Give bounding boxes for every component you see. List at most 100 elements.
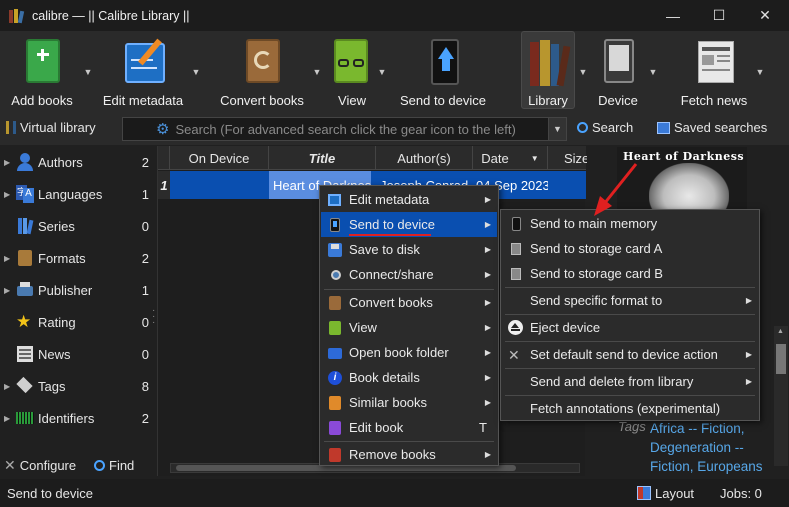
search-placeholder: Search (For advanced search click the ge…	[175, 121, 516, 137]
column-title[interactable]: Title	[269, 146, 376, 170]
menu-item-remove-books[interactable]: Remove books ▶	[321, 442, 497, 467]
jobs-indicator[interactable]: Jobs: 0	[720, 486, 762, 501]
tag-item-publisher[interactable]: ▶ Publisher 1	[0, 274, 157, 306]
add-books-dropdown[interactable]: ▼	[82, 31, 94, 109]
menu-item-connect-share[interactable]: Connect/share ▶	[321, 262, 497, 287]
send-to-device-submenu: Send to main memory Send to storage card…	[500, 209, 760, 421]
chevron-down-icon: ▼	[83, 67, 93, 77]
submenu-arrow-icon: ▶	[745, 350, 752, 359]
tag-item-series[interactable]: Series 0	[0, 210, 157, 242]
tag-item-tags[interactable]: ▶ Tags 8	[0, 370, 157, 402]
submenu-item-eject-device[interactable]: Eject device	[502, 315, 758, 340]
device-label: Device	[598, 93, 638, 108]
splitter-handle[interactable]: · · ·	[152, 306, 155, 328]
row-number: 1	[158, 171, 170, 199]
convert-books-dropdown[interactable]: ▼	[311, 31, 323, 109]
submenu-item-send-to-card-a[interactable]: Send to storage card A	[502, 236, 758, 261]
search-history-dropdown[interactable]: ▼	[548, 118, 566, 140]
edit-metadata-dropdown[interactable]: ▼	[190, 31, 202, 109]
search-button[interactable]: Search	[577, 120, 633, 135]
library-dropdown[interactable]: ▼	[577, 31, 589, 109]
close-button[interactable]: ✕	[742, 0, 788, 31]
languages-icon: 字A	[16, 185, 34, 203]
submenu-item-send-specific-format[interactable]: Send specific format to ▶	[502, 288, 758, 313]
submenu-arrow-icon: ▶	[484, 195, 491, 204]
column-date[interactable]: Date ▼	[473, 146, 548, 170]
configure-button[interactable]: ✕ Configure	[4, 457, 76, 474]
submenu-item-send-and-delete[interactable]: Send and delete from library ▶	[502, 369, 758, 394]
menu-item-save-to-disk[interactable]: Save to disk ▶	[321, 237, 497, 262]
menu-item-edit-book[interactable]: Edit book T	[321, 415, 497, 440]
submenu-item-fetch-annotations[interactable]: Fetch annotations (experimental)	[502, 396, 758, 421]
tag-item-rating[interactable]: ★ Rating 0	[0, 306, 157, 338]
tag-item-news[interactable]: News 0	[0, 338, 157, 370]
menu-item-open-book-folder[interactable]: Open book folder ▶	[321, 340, 497, 365]
menu-item-edit-metadata[interactable]: Edit metadata ▶	[321, 187, 497, 212]
view-dropdown[interactable]: ▼	[376, 31, 388, 109]
barcode-icon	[16, 409, 34, 427]
send-to-device-label: Send to device	[399, 93, 486, 108]
submenu-arrow-icon: ▶	[484, 298, 491, 307]
menu-item-view[interactable]: View ▶	[321, 315, 497, 340]
tags-value[interactable]: Africa -- Fiction, Degeneration -- Ficti…	[650, 419, 780, 476]
virtual-library-button[interactable]: Virtual library	[6, 120, 96, 135]
tag-item-authors[interactable]: ▶ Authors 2	[0, 146, 157, 178]
submenu-item-set-default-action[interactable]: ✕ Set default send to device action ▶	[502, 342, 758, 367]
submenu-arrow-icon: ▶	[745, 296, 752, 305]
tags-icon	[16, 376, 34, 395]
expand-arrow-icon[interactable]: ▶	[4, 158, 16, 167]
tag-item-languages[interactable]: ▶ 字A Languages 1	[0, 178, 157, 210]
expand-arrow-icon[interactable]: ▶	[4, 254, 16, 263]
add-books-button[interactable]: Add books	[4, 31, 80, 109]
search-label: Search	[592, 120, 634, 135]
fetch-news-dropdown[interactable]: ▼	[754, 31, 766, 109]
column-on-device[interactable]: On Device	[170, 146, 269, 170]
chevron-down-icon: ▼	[578, 67, 588, 77]
device-dropdown[interactable]: ▼	[647, 31, 659, 109]
layout-button[interactable]: Layout	[637, 486, 694, 501]
expand-arrow-icon[interactable]: ▶	[4, 382, 16, 391]
send-to-device-icon	[327, 217, 343, 233]
device-button[interactable]: Device	[596, 31, 640, 109]
tag-item-identifiers[interactable]: ▶ Identifiers 2	[0, 402, 157, 434]
menu-item-book-details[interactable]: i Book details ▶	[321, 365, 497, 390]
send-to-device-button[interactable]: Send to device	[398, 31, 488, 109]
view-icon	[330, 37, 374, 87]
tags-label: Tags	[618, 419, 646, 434]
series-icon	[16, 217, 34, 235]
saved-searches-button[interactable]: Saved searches	[657, 120, 767, 135]
expand-arrow-icon[interactable]: ▶	[4, 286, 16, 295]
find-button[interactable]: Find	[94, 458, 134, 473]
menu-item-similar-books[interactable]: Similar books ▶	[321, 390, 497, 415]
minimize-button[interactable]: —	[650, 0, 696, 31]
submenu-item-send-to-card-b[interactable]: Send to storage card B	[502, 261, 758, 286]
add-books-label: Add books	[11, 93, 73, 108]
red-underline-annotation	[349, 234, 431, 236]
column-authors[interactable]: Author(s)	[376, 146, 473, 170]
menu-item-convert-books[interactable]: Convert books ▶	[321, 290, 497, 315]
submenu-arrow-icon: ▶	[484, 398, 491, 407]
edit-book-icon	[327, 420, 343, 436]
fetch-news-button[interactable]: Fetch news	[676, 31, 752, 109]
status-message: Send to device	[7, 485, 94, 501]
folder-icon	[327, 345, 343, 361]
search-input[interactable]: ⚙ Search (For advanced search click the …	[122, 117, 567, 141]
book-context-menu: Edit metadata ▶ Send to device ▶ Save to d…	[319, 185, 499, 466]
edit-metadata-button[interactable]: Edit metadata	[100, 31, 186, 109]
chevron-down-icon: ▼	[648, 67, 658, 77]
submenu-arrow-icon: ▶	[484, 450, 491, 459]
maximize-button[interactable]: ☐	[696, 0, 742, 31]
tag-item-formats[interactable]: ▶ Formats 2	[0, 242, 157, 274]
view-label: View	[338, 93, 366, 108]
column-size[interactable]: Size	[548, 146, 589, 170]
saved-searches-icon	[657, 121, 670, 134]
expand-arrow-icon[interactable]: ▶	[4, 190, 16, 199]
view-button[interactable]: View	[330, 31, 374, 109]
gear-icon[interactable]: ⚙	[156, 120, 169, 138]
library-button[interactable]: Library	[521, 31, 575, 109]
convert-books-button[interactable]: Convert books	[216, 31, 308, 109]
main-toolbar: Add books ▼ Edit metadata ▼ Convert book…	[0, 31, 789, 111]
expand-arrow-icon[interactable]: ▶	[4, 414, 16, 423]
submenu-arrow-icon: ▶	[484, 245, 491, 254]
submenu-arrow-icon: ▶	[484, 348, 491, 357]
